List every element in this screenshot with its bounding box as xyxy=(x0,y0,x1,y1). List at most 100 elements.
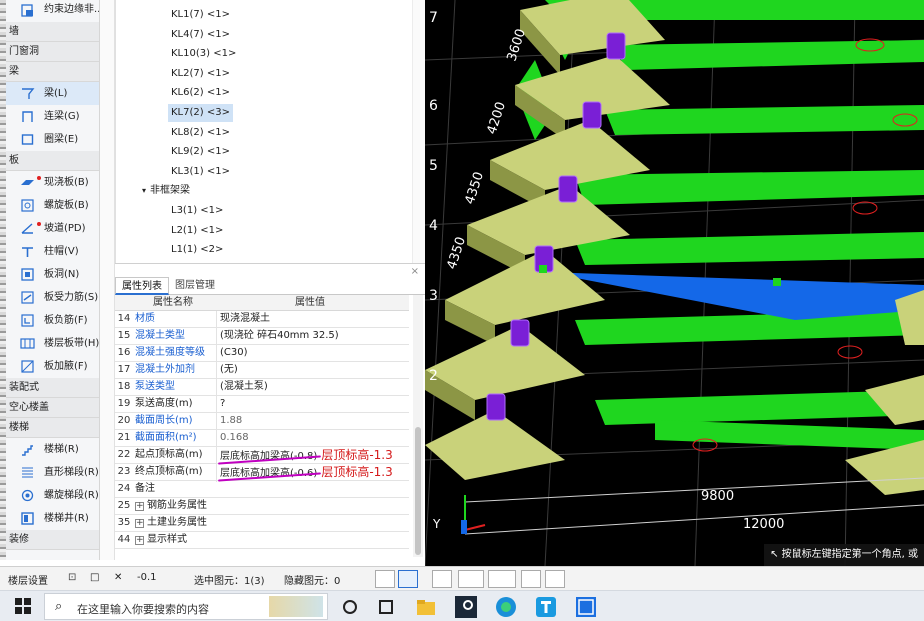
property-value[interactable]: 1.88 xyxy=(216,413,409,429)
sidebar-item[interactable]: 圈梁(E) xyxy=(6,128,99,151)
tree-node[interactable]: KL3(1) <1> xyxy=(168,163,233,181)
property-row[interactable]: 23 终点顶标高(m) 层底标高加梁高(-0.6) 层顶标高-1.3 xyxy=(115,464,409,482)
tree-node[interactable]: L3(1) <1> xyxy=(168,202,226,220)
scrollbar-thumb[interactable] xyxy=(415,427,421,555)
glodon-app-icon[interactable] xyxy=(574,595,598,619)
close-icon[interactable]: × xyxy=(411,266,419,277)
ortho-button[interactable] xyxy=(375,570,395,588)
property-tabs: 属性列表 图层管理 xyxy=(115,277,425,295)
sidebar-item-label: 板洞(N) xyxy=(44,269,80,280)
expand-icon[interactable]: + xyxy=(135,536,144,545)
property-row[interactable]: 17 混凝土外加剂 (无) xyxy=(115,362,409,379)
angle-button[interactable] xyxy=(458,570,484,588)
edge-browser-icon[interactable] xyxy=(494,595,518,619)
sidebar-category[interactable]: 门窗洞 xyxy=(6,42,99,62)
restore-icon[interactable]: □ xyxy=(90,572,99,583)
property-scrollbar[interactable] xyxy=(413,295,423,557)
tree-node[interactable]: L2(1) <1> xyxy=(168,222,226,240)
3d-viewport[interactable]: 7 6 5 4 3 2 3600 4200 4350 4350 9800 120… xyxy=(425,0,924,566)
app-t-icon[interactable] xyxy=(534,595,558,619)
property-value[interactable]: 0.168 xyxy=(216,430,409,446)
property-row[interactable]: 19 泵送高度(m)? xyxy=(115,396,409,413)
tree-node[interactable]: KL8(2) <1> xyxy=(168,124,233,142)
sidebar-item[interactable]: 坡道(PD) xyxy=(6,217,99,240)
file-explorer-icon[interactable] xyxy=(414,595,438,619)
sidebar-item[interactable]: 楼梯井(R) xyxy=(6,507,99,530)
snap-button[interactable] xyxy=(521,570,541,588)
tab-property-list[interactable]: 属性列表 xyxy=(115,277,169,295)
sidebar-category[interactable]: 装配式 xyxy=(6,378,99,398)
property-row[interactable]: 25 + 钢筋业务属性 xyxy=(115,498,409,515)
sidebar-item[interactable]: 螺旋梯段(R) xyxy=(6,484,99,507)
grip-point[interactable] xyxy=(773,278,781,286)
tree-node-selected[interactable]: KL7(2) <3> xyxy=(168,104,233,122)
tab-layer-manager[interactable]: 图层管理 xyxy=(169,277,221,295)
expand-icon[interactable]: + xyxy=(135,519,144,528)
sidebar-category[interactable]: 装修 xyxy=(6,530,99,550)
sidebar-item[interactable]: 板加腋(F) xyxy=(6,355,99,378)
sidebar-item[interactable]: 楼层板带(H) xyxy=(6,332,99,355)
tree-node[interactable]: KL2(7) <1> xyxy=(168,65,233,83)
select-box-button[interactable] xyxy=(398,570,418,588)
close-icon[interactable]: ✕ xyxy=(114,572,122,583)
tree-node[interactable]: KL9(2) <1> xyxy=(168,143,233,161)
sidebar-item[interactable]: 楼梯(R) xyxy=(6,438,99,461)
property-row[interactable]: 20 截面周长(m) 1.88 xyxy=(115,413,409,430)
property-value[interactable]: (现浇砼 碎石40mm 32.5) xyxy=(216,328,409,344)
sidebar-item[interactable]: 梁(L) xyxy=(6,82,99,105)
property-value[interactable]: (无) xyxy=(216,362,409,378)
property-value[interactable]: (C30) xyxy=(216,345,409,361)
sidebar-category[interactable]: 墙 xyxy=(6,22,99,42)
sidebar-category[interactable]: 板 xyxy=(6,151,99,171)
tree-node[interactable]: KL4(7) <1> xyxy=(168,26,233,44)
property-row[interactable]: 44 + 显示样式 xyxy=(115,532,409,549)
property-value[interactable]: (混凝土泵) xyxy=(216,379,409,395)
property-value[interactable]: ? xyxy=(216,396,409,412)
panel-splitter[interactable] xyxy=(100,0,115,560)
search-highlight-image xyxy=(269,596,323,617)
svg-text:12000: 12000 xyxy=(743,517,784,532)
property-value[interactable]: 层底标高加梁高(-0.8) 层顶标高-1.3 xyxy=(216,447,409,465)
sidebar-item[interactable]: 直形梯段(R) xyxy=(6,461,99,484)
windows-start-icon[interactable] xyxy=(14,597,32,615)
sidebar-item-constraint-edge[interactable]: 约束边缘非... xyxy=(6,0,99,22)
sidebar-item[interactable]: 螺旋板(B) xyxy=(6,194,99,217)
pin-icon[interactable]: ⊡ xyxy=(68,572,76,583)
tree-group[interactable]: ▾ 非框架梁 xyxy=(142,182,190,200)
sidebar-category[interactable]: 楼梯 xyxy=(6,418,99,438)
clear-button[interactable] xyxy=(432,570,452,588)
tree-scrollbar[interactable] xyxy=(412,0,425,263)
property-row[interactable]: 15 混凝土类型 (现浇砼 碎石40mm 32.5) xyxy=(115,328,409,345)
steam-icon[interactable] xyxy=(454,595,478,619)
sidebar-item[interactable]: 板洞(N) xyxy=(6,263,99,286)
property-row[interactable]: 35 + 土建业务属性 xyxy=(115,515,409,532)
expand-icon[interactable]: + xyxy=(135,502,144,511)
grip-point[interactable] xyxy=(539,265,547,273)
sidebar-item[interactable]: 柱帽(V) xyxy=(6,240,99,263)
property-row[interactable]: 16 混凝土强度等级 (C30) xyxy=(115,345,409,362)
sidebar-item[interactable]: 板受力筋(S) xyxy=(6,286,99,309)
widgets-icon[interactable] xyxy=(374,595,398,619)
property-row[interactable]: 14 材质 现浇混凝土 xyxy=(115,311,409,328)
sidebar-item[interactable]: 板负筋(F) xyxy=(6,309,99,332)
property-value[interactable]: 层底标高加梁高(-0.6) 层顶标高-1.3 xyxy=(216,464,409,482)
task-view-icon[interactable] xyxy=(338,595,362,619)
property-row[interactable]: 18 泵送类型 (混凝土泵) xyxy=(115,379,409,396)
sidebar-category[interactable]: 空心楼盖 xyxy=(6,398,99,418)
sidebar-item[interactable]: 现浇板(B) xyxy=(6,171,99,194)
arc-button[interactable] xyxy=(545,570,565,588)
tree-node[interactable]: KL10(3) <1> xyxy=(168,45,239,63)
property-row[interactable]: 24 备注 xyxy=(115,481,409,498)
tree-node[interactable]: KL1(7) <1> xyxy=(168,6,233,24)
tree-node[interactable]: KL6(2) <1> xyxy=(168,84,233,102)
offset-button[interactable] xyxy=(488,570,516,588)
tree-node[interactable]: L1(1) <2> xyxy=(168,241,226,259)
property-row[interactable]: 21 截面面积(m²) 0.168 xyxy=(115,430,409,447)
layer-settings-label[interactable]: 楼层设置 xyxy=(8,572,48,587)
taskbar-search[interactable]: ⌕ 在这里输入你要搜索的内容 xyxy=(44,593,328,620)
sidebar-category[interactable]: 梁 xyxy=(6,62,99,82)
sidebar-item[interactable]: 连梁(G) xyxy=(6,105,99,128)
caret-down-icon[interactable]: ▾ xyxy=(142,186,146,195)
property-value[interactable]: 现浇混凝土 xyxy=(216,311,409,327)
property-row[interactable]: 22 起点顶标高(m) 层底标高加梁高(-0.8) 层顶标高-1.3 xyxy=(115,447,409,465)
